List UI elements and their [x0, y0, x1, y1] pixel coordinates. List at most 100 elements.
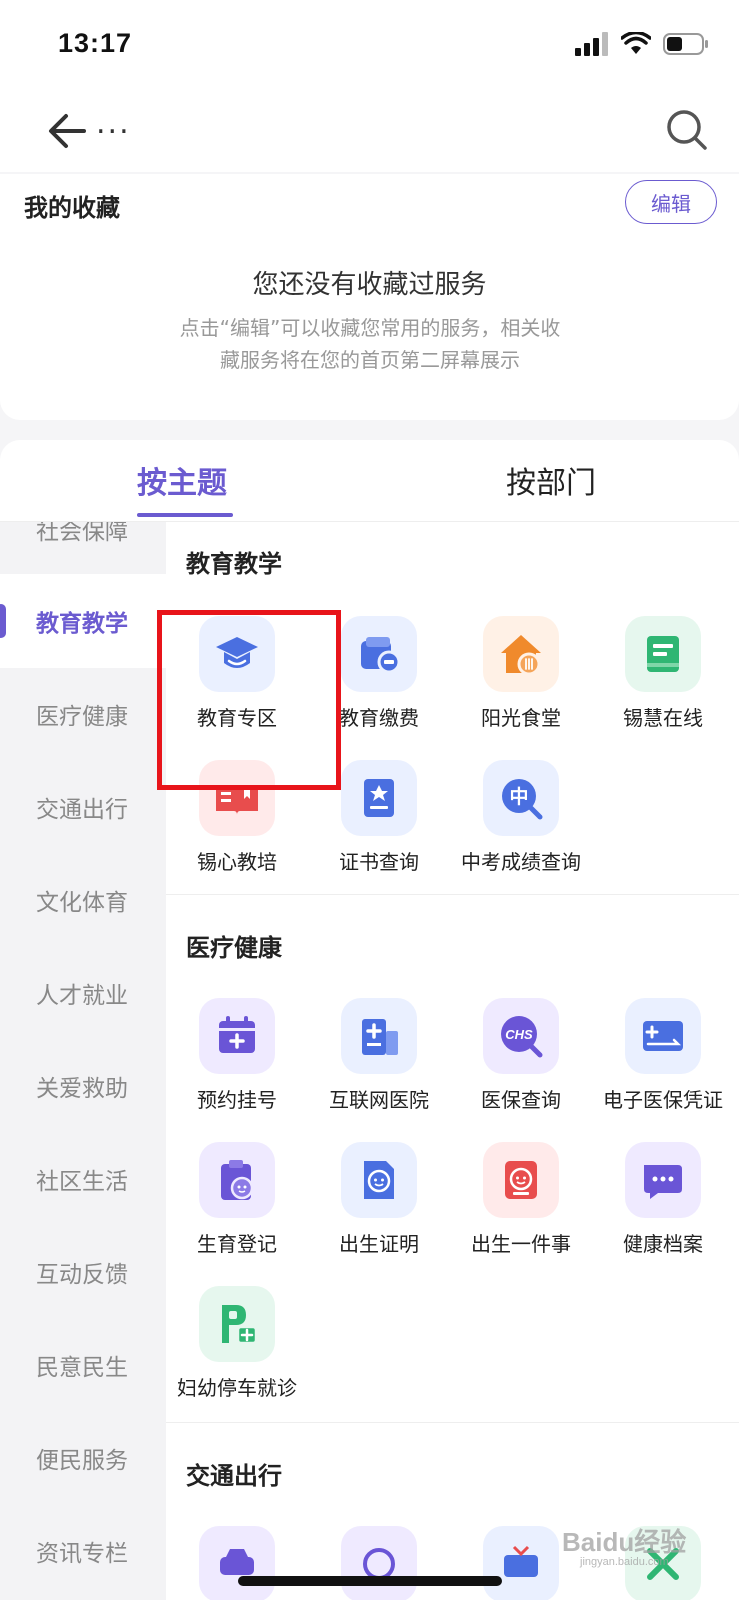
- sidebar-active-indicator: [0, 604, 6, 638]
- tab-by-theme[interactable]: 按主题: [137, 458, 227, 502]
- service-appointment[interactable]: 预约挂号: [166, 998, 308, 1138]
- sidebar-item-label: 交通出行: [36, 797, 128, 823]
- tab-active-indicator: [137, 513, 233, 517]
- sidebar-item-label: 便民服务: [36, 1448, 128, 1474]
- sidebar-item-label: 文化体育: [36, 890, 128, 916]
- favorites-empty-title: 您还没有收藏过服务: [252, 270, 487, 300]
- service-sunshine-canteen[interactable]: 阳光食堂: [450, 616, 592, 756]
- service-label: 生育登记: [197, 1232, 277, 1256]
- service-label: 医保查询: [481, 1088, 561, 1112]
- sidebar-item-label: 医疗健康: [36, 704, 128, 730]
- service-label: 锡慧在线: [623, 706, 703, 730]
- service-label: 预约挂号: [197, 1088, 277, 1112]
- tab-by-department[interactable]: 按部门: [506, 458, 596, 502]
- sidebar: 社会保障 教育教学 医疗健康 交通出行 文化体育 人才就业 关爱救助 社区生活 …: [0, 522, 166, 1600]
- sidebar-item-label: 互动反馈: [36, 1262, 128, 1288]
- category-tabs: 按主题 按部门: [0, 440, 739, 522]
- watermark-logo: Baidu经验: [562, 1527, 687, 1557]
- section-title-transport: 交通出行: [186, 1462, 282, 1490]
- section-title-education: 教育教学: [186, 550, 282, 578]
- status-time: 13:17: [58, 28, 133, 58]
- service-transport-2[interactable]: [308, 1526, 450, 1600]
- certificate-icon: [341, 760, 417, 836]
- sidebar-item-label: 社区生活: [36, 1169, 128, 1195]
- arrow-left-icon: [49, 114, 86, 148]
- service-label: 妇幼停车就诊: [177, 1376, 297, 1400]
- service-label: 证书查询: [339, 850, 419, 874]
- favorites-title: 我的收藏: [24, 194, 120, 222]
- birth-register-icon: [199, 1142, 275, 1218]
- service-birth-certificate[interactable]: 出生证明: [308, 1142, 450, 1282]
- search-button[interactable]: [663, 106, 711, 154]
- sidebar-item-culture-sports[interactable]: 文化体育: [0, 853, 166, 947]
- service-label: 教育缴费: [339, 706, 419, 730]
- service-certificate-query[interactable]: 证书查询: [308, 760, 450, 900]
- service-xihui-online[interactable]: 锡慧在线: [592, 616, 734, 756]
- sidebar-item-transport[interactable]: 交通出行: [0, 760, 166, 854]
- back-button[interactable]: [44, 108, 90, 154]
- canteen-icon: [483, 616, 559, 692]
- service-birth-one-thing[interactable]: 出生一件事: [450, 1142, 592, 1282]
- tv-icon: [483, 1526, 559, 1600]
- sidebar-item-label: 民意民生: [36, 1355, 128, 1381]
- service-label: 出生一件事: [471, 1232, 571, 1256]
- service-label: 电子医保凭证: [603, 1088, 723, 1112]
- service-transport-1[interactable]: [166, 1526, 308, 1600]
- wallet-icon: [341, 616, 417, 692]
- sidebar-item-news[interactable]: 资讯专栏: [0, 1504, 166, 1598]
- service-maternal-parking[interactable]: 妇幼停车就诊: [166, 1286, 308, 1426]
- service-e-insurance-card[interactable]: 电子医保凭证: [592, 998, 734, 1138]
- sidebar-item-label: 社会保障: [36, 522, 128, 545]
- service-label: 锡心教培: [197, 850, 277, 874]
- book-icon: [199, 760, 275, 836]
- insurance-card-icon: [625, 998, 701, 1074]
- service-birth-registration[interactable]: 生育登记: [166, 1142, 308, 1282]
- service-label: 阳光食堂: [481, 706, 561, 730]
- service-label: 教育专区: [197, 706, 277, 730]
- hospital-icon: [341, 998, 417, 1074]
- service-xixin-training[interactable]: 锡心教培: [166, 760, 308, 900]
- service-health-records[interactable]: 健康档案: [592, 1142, 734, 1282]
- sidebar-item-public-opinion[interactable]: 民意民生: [0, 1318, 166, 1412]
- sidebar-item-medical[interactable]: 医疗健康: [0, 667, 166, 761]
- status-icons: [575, 32, 709, 56]
- sidebar-item-employment[interactable]: 人才就业: [0, 946, 166, 1040]
- watermark-url: jingyan.baidu.com: [580, 1556, 669, 1568]
- service-internet-hospital[interactable]: 互联网医院: [308, 998, 450, 1138]
- sidebar-item-convenience[interactable]: 便民服务: [0, 1411, 166, 1505]
- signal-icon: [575, 32, 608, 56]
- baby-icon: [483, 1142, 559, 1218]
- vehicle-icon: [341, 1526, 417, 1600]
- sidebar-item-label: 人才就业: [36, 983, 128, 1009]
- sidebar-item-feedback[interactable]: 互动反馈: [0, 1225, 166, 1319]
- service-label: 互联网医院: [329, 1088, 429, 1112]
- sidebar-item-community[interactable]: 社区生活: [0, 1132, 166, 1226]
- exam-search-icon: 中: [483, 760, 559, 836]
- status-bar: 13:17: [0, 0, 739, 90]
- sidebar-item-education[interactable]: 教育教学: [0, 574, 166, 668]
- sidebar-item-care-aid[interactable]: 关爱救助: [0, 1039, 166, 1133]
- edit-button[interactable]: 编辑: [625, 180, 717, 224]
- sidebar-item-label: 资讯专栏: [36, 1541, 128, 1567]
- wifi-icon: [621, 32, 651, 54]
- online-class-icon: [625, 616, 701, 692]
- calendar-plus-icon: [199, 998, 275, 1074]
- section-title-medical: 医疗健康: [186, 934, 282, 962]
- section-divider: [166, 1422, 739, 1423]
- service-label: 中考成绩查询: [461, 850, 581, 874]
- service-education-payment[interactable]: 教育缴费: [308, 616, 450, 756]
- sidebar-item-social-security[interactable]: 社会保障: [0, 522, 166, 576]
- service-label: 健康档案: [623, 1232, 703, 1256]
- graduation-cap-icon: [199, 616, 275, 692]
- svg-text:中: 中: [509, 785, 528, 808]
- service-education-zone[interactable]: 教育专区: [166, 616, 308, 756]
- nav-title: ...: [96, 106, 131, 141]
- service-medical-insurance-query[interactable]: CHS 医保查询: [450, 998, 592, 1138]
- home-indicator[interactable]: [238, 1576, 502, 1586]
- nav-bar: ...: [0, 90, 739, 172]
- service-exam-score-query[interactable]: 中 中考成绩查询: [450, 760, 592, 900]
- birth-certificate-icon: [341, 1142, 417, 1218]
- car-icon: [199, 1526, 275, 1600]
- service-content: 教育教学 教育专区 教育缴费 阳光食堂 锡慧在线 锡心教培 证书查询 中 中考成…: [166, 522, 739, 1600]
- sidebar-item-label: 教育教学: [36, 611, 128, 637]
